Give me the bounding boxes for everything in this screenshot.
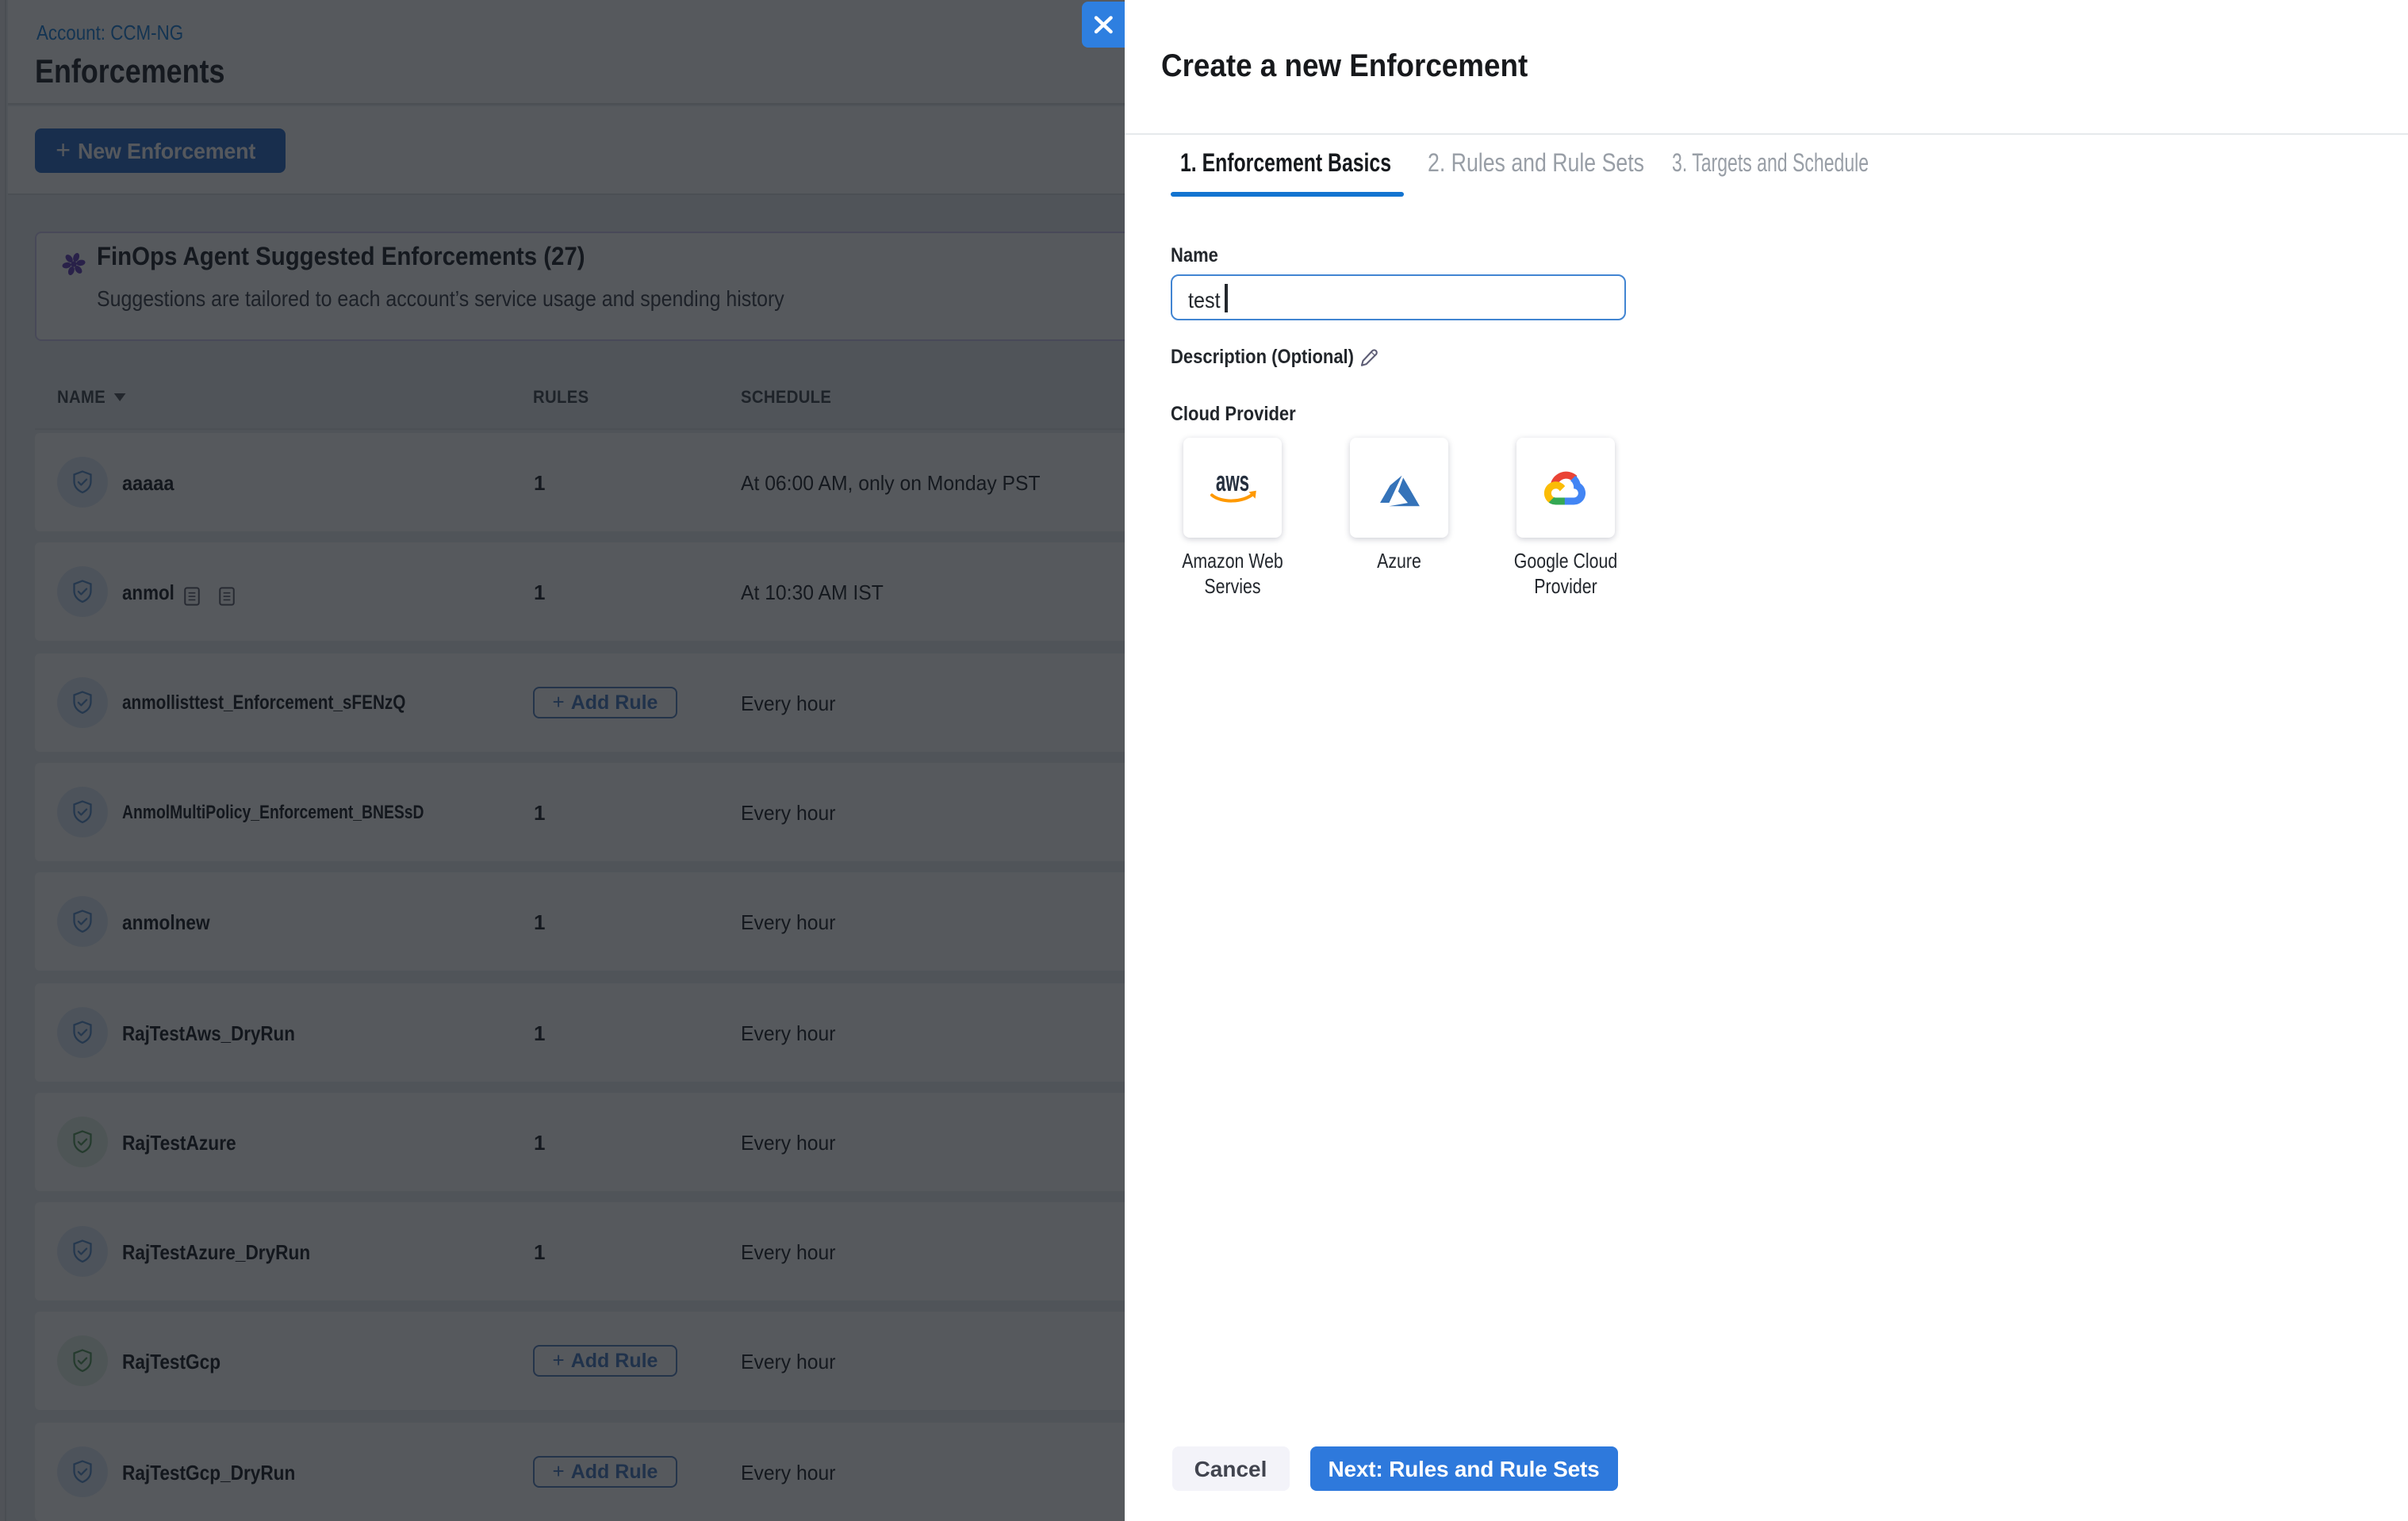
svg-text:aws: aws [1216, 465, 1249, 497]
